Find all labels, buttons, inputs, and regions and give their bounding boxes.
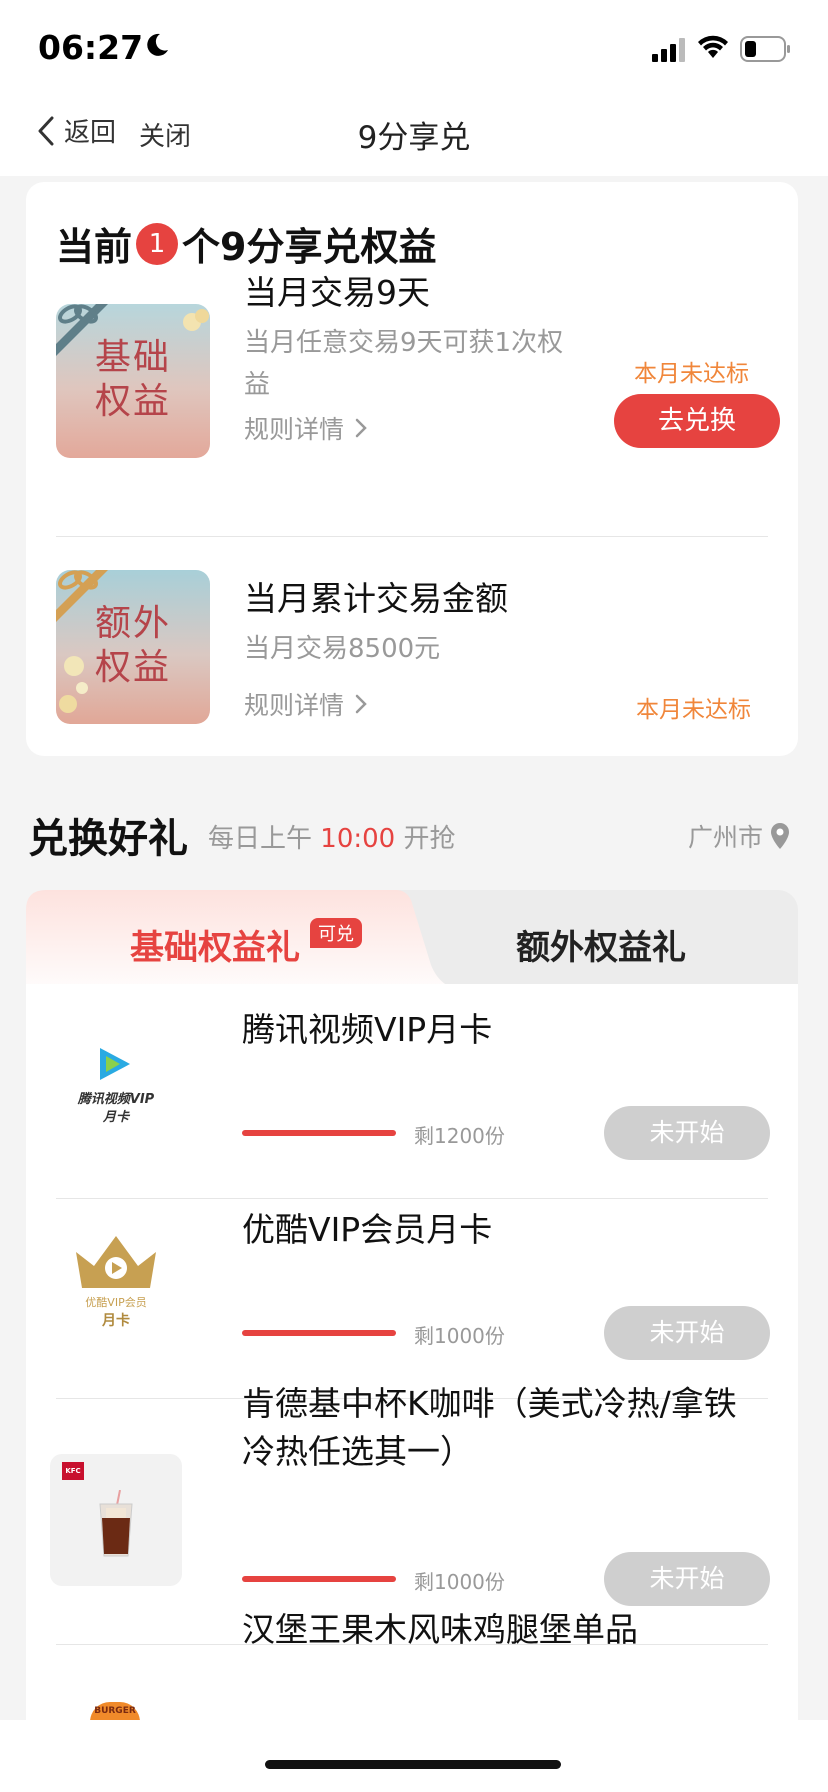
benefits-heading: 当前 1 个9分享兑权益: [56, 216, 436, 271]
remaining-count: 剩1000份: [414, 1570, 505, 1594]
rules-detail-link[interactable]: 规则详情: [244, 686, 370, 722]
benefit-title: 当月交易9天: [244, 273, 430, 312]
kfc-coffee-image: KFC: [50, 1454, 182, 1586]
stock-progress-bar: [242, 1576, 396, 1582]
city-selector[interactable]: 广州市: [688, 818, 791, 854]
benefit-status: 本月未达标: [634, 361, 749, 387]
stock-progress-bar: [242, 1130, 396, 1136]
logo-caption: 腾讯视频VIP: [77, 1092, 155, 1107]
gift-title-line2: 冷热任选其一）: [242, 1432, 473, 1471]
remaining-count: 剩1000份: [414, 1324, 505, 1348]
benefit-count-badge: 1: [136, 222, 179, 265]
tencent-video-logo: 腾讯视频VIP 月卡: [50, 1036, 182, 1168]
location-pin-icon: [771, 823, 790, 849]
redeemable-badge: 可兑: [310, 918, 362, 948]
logo-caption: 优酷VIP会员: [85, 1296, 147, 1309]
wifi-icon: [698, 35, 728, 58]
burger-logo-text: BURGER: [90, 1702, 140, 1720]
thumb-label-line2: 权益: [94, 381, 171, 422]
not-started-button[interactable]: 未开始: [604, 1306, 770, 1360]
gift-title: 肯德基中杯K咖啡（美式冷热/拿铁 冷热任选其一）: [242, 1380, 737, 1476]
battery-icon: [740, 36, 790, 62]
logo-caption-2: 月卡: [102, 1110, 129, 1125]
page: 06:27 返回 关闭 9分享兑 当前 1 个9分享兑权益 基础 权益 当月交易…: [0, 0, 828, 1792]
benefits-card: 当前 1 个9分享兑权益 基础 权益 当月交易9天 当月任意交易9天可获1次权 …: [26, 182, 798, 756]
extra-benefit-thumbnail: 额外 权益: [56, 570, 210, 724]
youku-vip-logo: 优酷VIP会员 月卡: [50, 1228, 182, 1360]
not-started-button[interactable]: 未开始: [604, 1552, 770, 1606]
gift-title: 汉堡王果木风味鸡腿堡单品: [242, 1610, 638, 1649]
divider: [56, 536, 768, 537]
remaining-count: 剩1200份: [414, 1124, 505, 1148]
gifts-section-title: 兑换好礼: [28, 816, 188, 862]
cellular-signal-icon: [652, 38, 685, 62]
thumb-label-line1: 额外: [94, 603, 171, 644]
play-triangle-icon: [100, 1048, 130, 1080]
tab-extra-gifts[interactable]: 额外权益礼: [516, 920, 686, 969]
basic-benefit-thumbnail: 基础 权益: [56, 304, 210, 458]
benefit-description: 当月任意交易9天可获1次权 益: [244, 322, 563, 406]
stock-progress-bar: [242, 1330, 396, 1336]
home-indicator-area: [0, 1720, 828, 1792]
moon-icon: [147, 33, 168, 56]
burger-king-logo: BURGER: [50, 1696, 182, 1720]
heading-suffix: 个9分享兑权益: [182, 225, 437, 269]
iced-coffee-cup-icon: [99, 1490, 133, 1557]
city-label: 广州市: [688, 823, 764, 852]
logo-caption-2: 月卡: [102, 1313, 130, 1329]
schedule-prefix: 每日上午: [208, 824, 313, 854]
description-line1: 当月任意交易9天可获1次权: [244, 328, 564, 358]
gift-title: 优酷VIP会员月卡: [242, 1210, 493, 1249]
home-indicator[interactable]: [265, 1760, 561, 1769]
benefit-title: 当月累计交易金额: [244, 579, 508, 618]
thumb-label-line1: 基础: [94, 337, 171, 378]
rules-detail-link[interactable]: 规则详情: [244, 410, 370, 446]
divider: [56, 1198, 768, 1199]
schedule-suffix: 开抢: [403, 824, 456, 854]
gift-tabs: 基础权益礼 可兑 额外权益礼: [26, 890, 798, 1000]
heading-prefix: 当前: [56, 225, 133, 269]
benefit-status: 本月未达标: [636, 697, 751, 723]
redeem-button[interactable]: 去兑换: [614, 394, 780, 448]
description-line2: 益: [244, 370, 271, 400]
status-time: 06:27: [38, 28, 144, 67]
schedule-time: 10:00: [320, 824, 396, 854]
chevron-right-icon: [355, 418, 367, 438]
thumb-label-line2: 权益: [94, 647, 171, 688]
tab-basic-gifts[interactable]: 基础权益礼: [130, 920, 300, 969]
gift-title: 腾讯视频VIP月卡: [242, 1010, 493, 1049]
rules-label: 规则详情: [244, 415, 345, 444]
gift-title-line1: 肯德基中杯K咖啡（美式冷热/拿铁: [242, 1384, 737, 1423]
page-title: 9分享兑: [357, 120, 471, 156]
gift-list: 腾讯视频VIP 月卡 腾讯视频VIP月卡 剩1200份 未开始 优酷VIP会员 …: [26, 984, 798, 1744]
benefit-description: 当月交易8500元: [244, 634, 441, 664]
gifts-schedule: 每日上午 10:00 开抢: [208, 818, 456, 855]
chevron-right-icon: [355, 694, 367, 714]
crown-icon: [76, 1236, 156, 1288]
kfc-logo: KFC: [62, 1462, 84, 1480]
rules-label: 规则详情: [244, 691, 345, 720]
not-started-button[interactable]: 未开始: [604, 1106, 770, 1160]
